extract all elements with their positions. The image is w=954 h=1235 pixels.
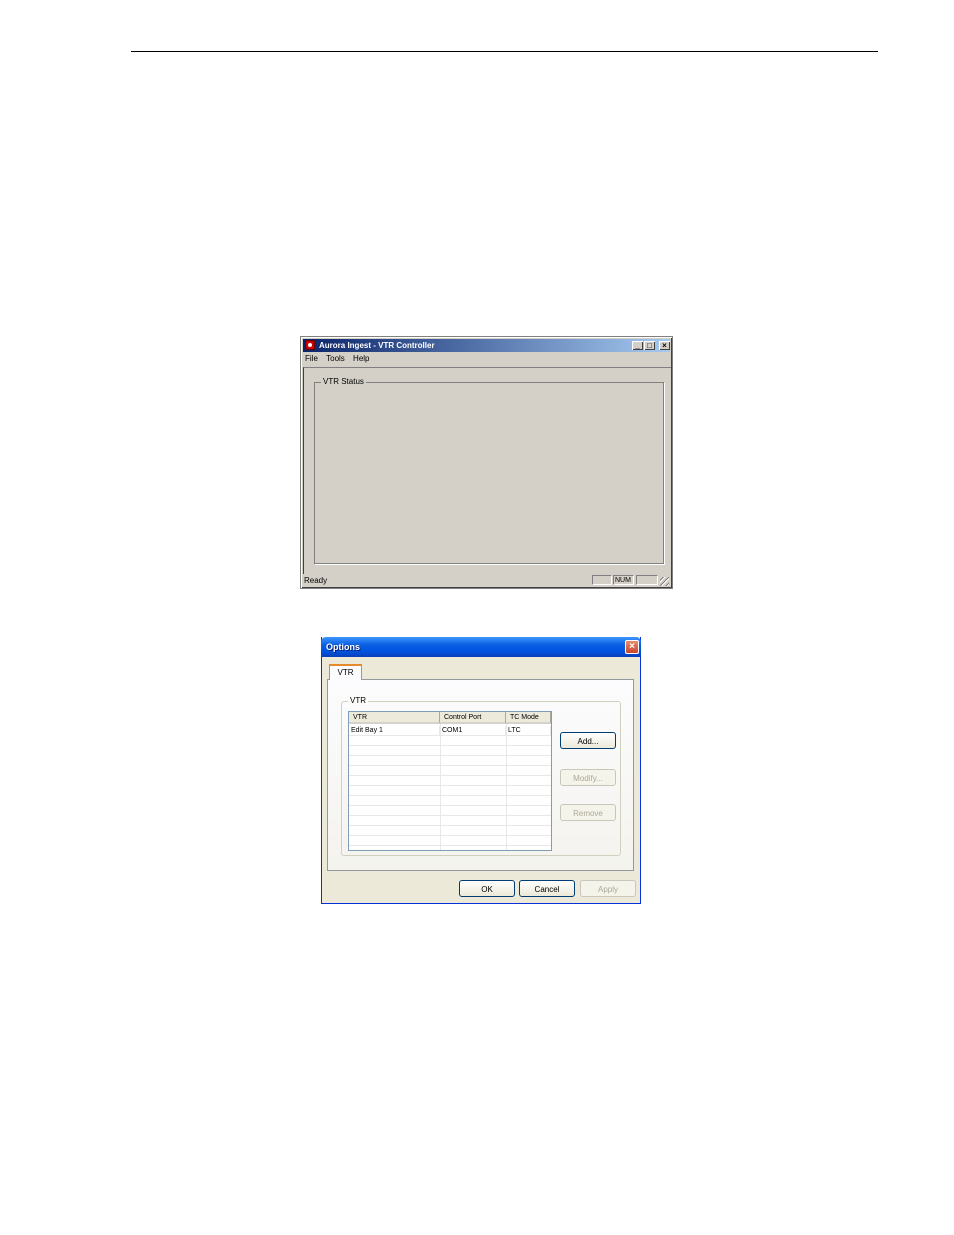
status-pane-scroll [636, 575, 658, 585]
cell-control-port: COM1 [440, 726, 506, 736]
remove-button[interactable]: Remove [560, 804, 616, 821]
empty-row [349, 826, 551, 836]
vtr-status-group: VTR Status [314, 377, 664, 564]
menu-file[interactable]: File [305, 353, 318, 365]
vtr-list[interactable]: VTR Control Port TC Mode Edit Bay 1 COM1… [348, 711, 552, 851]
apply-button[interactable]: Apply [580, 880, 636, 897]
page-header-rule [131, 51, 878, 52]
status-text: Ready [304, 576, 328, 585]
menu-bar: File Tools Help [305, 353, 376, 365]
options-dialog: Options × VTR VTR VTR Control Port TC Mo… [321, 637, 641, 904]
title-bar[interactable]: Aurora Ingest - VTR Controller _ □ × [303, 339, 670, 352]
empty-row [349, 736, 551, 746]
empty-row [349, 756, 551, 766]
client-area: VTR Status [303, 367, 671, 574]
cancel-button[interactable]: Cancel [519, 880, 575, 897]
menu-help[interactable]: Help [353, 353, 369, 365]
empty-row [349, 816, 551, 826]
column-header-vtr[interactable]: VTR [349, 712, 440, 724]
ok-button[interactable]: OK [459, 880, 515, 897]
modify-button[interactable]: Modify... [560, 769, 616, 786]
empty-row [349, 786, 551, 796]
status-pane-caps [592, 575, 612, 585]
minimize-icon[interactable]: _ [632, 341, 643, 350]
empty-row [349, 806, 551, 816]
maximize-icon[interactable]: □ [644, 341, 655, 350]
add-button[interactable]: Add... [560, 732, 616, 749]
title-bar[interactable]: Options × [321, 637, 641, 657]
empty-row [349, 836, 551, 846]
column-header-tc-mode[interactable]: TC Mode [506, 712, 551, 724]
vtr-status-label: VTR Status [321, 377, 366, 386]
tab-pane: VTR VTR Control Port TC Mode Edit Bay 1 … [327, 679, 634, 871]
vtr-group: VTR VTR Control Port TC Mode Edit Bay 1 … [341, 696, 621, 856]
vtr-controller-window: Aurora Ingest - VTR Controller _ □ × Fil… [300, 336, 673, 589]
close-icon[interactable]: × [659, 341, 670, 350]
column-header-control-port[interactable]: Control Port [440, 712, 506, 724]
table-row[interactable]: Edit Bay 1 COM1 LTC [349, 726, 551, 736]
status-pane-num: NUM [613, 575, 634, 585]
status-bar: Ready NUM [303, 575, 670, 587]
window-title: Aurora Ingest - VTR Controller [319, 341, 435, 350]
dialog-title: Options [326, 642, 360, 652]
cell-tc-mode: LTC [506, 726, 551, 736]
menu-tools[interactable]: Tools [326, 353, 345, 365]
empty-row [349, 796, 551, 806]
column-divider [440, 724, 441, 850]
resize-grip-icon[interactable] [660, 577, 669, 586]
tab-vtr[interactable]: VTR [329, 664, 362, 680]
cell-vtr: Edit Bay 1 [349, 726, 440, 736]
list-header: VTR Control Port TC Mode [349, 712, 551, 724]
vtr-group-label: VTR [348, 696, 368, 705]
app-icon[interactable] [305, 340, 315, 350]
close-icon[interactable]: × [625, 640, 639, 654]
empty-row [349, 776, 551, 786]
empty-row [349, 746, 551, 756]
empty-row [349, 766, 551, 776]
column-divider [506, 724, 507, 850]
